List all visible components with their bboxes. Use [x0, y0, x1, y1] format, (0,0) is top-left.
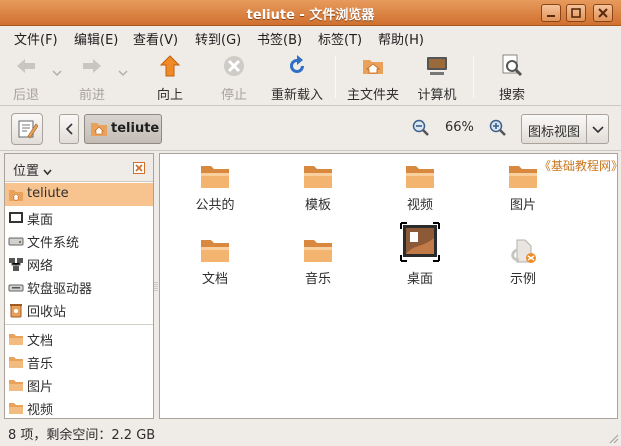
folder-icon [509, 166, 537, 188]
back-arrow-icon [17, 59, 35, 73]
path-scroll-left-button[interactable] [59, 114, 79, 144]
computer-button[interactable]: 计算机 [413, 52, 461, 103]
close-button[interactable] [593, 4, 613, 22]
sidebar-header[interactable]: 位置 [5, 154, 153, 182]
minimize-button[interactable] [541, 4, 561, 22]
sidebar-mode-label[interactable]: 位置 [13, 160, 52, 179]
file-item-examples[interactable]: 示例 [483, 232, 563, 292]
maximize-button[interactable] [566, 4, 586, 22]
folder-icon [304, 240, 332, 262]
sidebar-item-videos[interactable]: 视频 [5, 396, 153, 419]
sidebar-item-documents[interactable]: 文档 [5, 327, 153, 350]
home-folder-icon [91, 123, 107, 136]
maximize-icon [571, 8, 581, 18]
forward-history-chevron-icon[interactable] [118, 68, 128, 78]
up-button[interactable]: 向上 [148, 52, 192, 103]
menu-help[interactable]: 帮助(H) [378, 29, 424, 48]
sidebar-item-network[interactable]: 网络 [5, 252, 153, 275]
pane-resize-handle[interactable] [154, 280, 158, 294]
trash-icon [10, 304, 22, 318]
chevron-down-icon [592, 126, 604, 134]
view-mode-select[interactable]: 图标视图 [521, 114, 609, 144]
computer-icon [427, 57, 447, 75]
file-item-public[interactable]: 公共的 [175, 158, 255, 218]
home-folder-icon [9, 190, 23, 201]
zoom-level[interactable]: 66% [445, 120, 474, 135]
status-bar: 8 项，剩余空间：2.2 GB [0, 420, 621, 446]
stop-button[interactable]: 停止 [212, 52, 256, 103]
floppy-drive-icon [8, 284, 24, 292]
folder-icon [9, 380, 23, 391]
sidebar-separator [5, 324, 153, 325]
zoom-in-icon[interactable] [489, 119, 507, 137]
toolbar-separator [335, 56, 336, 98]
toolbar: 后退 前进 向上 停止 重新载入 主文件夹 计算机 搜索 [0, 48, 621, 106]
minimize-icon [547, 15, 555, 17]
location-bar: teliute 66% 图标视图 [0, 107, 621, 151]
menu-go[interactable]: 转到(G) [195, 29, 241, 48]
file-item-templates[interactable]: 模板 [278, 158, 358, 218]
menu-edit[interactable]: 编辑(E) [74, 29, 118, 48]
menu-bar: 文件(F) 编辑(E) 查看(V) 转到(G) 书签(B) 标签(T) 帮助(H… [0, 26, 621, 48]
file-item-documents[interactable]: 文档 [175, 232, 255, 292]
menu-tabs[interactable]: 标签(T) [318, 29, 362, 48]
toolbar-separator [473, 56, 474, 98]
folder-icon [9, 403, 23, 414]
home-button[interactable]: 主文件夹 [342, 52, 404, 103]
close-icon [598, 8, 608, 18]
menu-view[interactable]: 查看(V) [133, 29, 178, 48]
path-crumb-teliute[interactable]: teliute [84, 114, 162, 144]
sidebar-close-icon[interactable] [133, 162, 145, 174]
forward-button[interactable]: 前进 [70, 52, 114, 103]
network-icon [9, 258, 23, 271]
stop-icon [224, 56, 244, 76]
file-item-music[interactable]: 音乐 [278, 232, 358, 292]
title-bar[interactable]: teliute - 文件浏览器 [0, 0, 621, 26]
sidebar-item-trash[interactable]: 回收站 [5, 298, 153, 321]
up-arrow-icon [159, 55, 181, 77]
toggle-location-entry-button[interactable] [11, 113, 43, 145]
edit-path-icon [18, 120, 38, 139]
desktop-icon [400, 222, 440, 262]
status-text: 8 项，剩余空间：2.2 GB [8, 428, 156, 443]
back-button[interactable]: 后退 [4, 52, 48, 103]
home-folder-icon [363, 60, 383, 74]
folder-icon [304, 166, 332, 188]
file-item-videos[interactable]: 视频 [380, 158, 460, 218]
harddisk-icon [8, 237, 24, 246]
window-title: teliute - 文件浏览器 [246, 8, 375, 23]
folder-icon [9, 357, 23, 368]
back-history-chevron-icon[interactable] [52, 68, 62, 78]
forward-arrow-icon [83, 59, 101, 73]
sidebar: 位置 teliute 桌面 文件系统 网络 软盘驱动器 回收站 文档 音乐 图片 [4, 153, 154, 419]
sidebar-item-filesystem[interactable]: 文件系统 [5, 229, 153, 252]
sidebar-item-floppy[interactable]: 软盘驱动器 [5, 275, 153, 298]
folder-icon [9, 334, 23, 345]
file-item-pictures[interactable]: 图片 [483, 158, 563, 218]
reload-icon [290, 55, 304, 73]
file-view[interactable]: 《基础教程网》 公共的 模板 视频 图片 文档 音乐 桌面 示例 [159, 153, 621, 419]
folder-icon [406, 166, 434, 188]
folder-icon [201, 166, 229, 188]
search-button[interactable]: 搜索 [490, 52, 534, 103]
chevron-down-icon [43, 168, 52, 175]
chevron-left-icon [65, 123, 73, 135]
reload-button[interactable]: 重新载入 [266, 52, 328, 103]
zoom-out-icon[interactable] [412, 119, 430, 137]
sidebar-item-music[interactable]: 音乐 [5, 350, 153, 373]
resize-grip-icon[interactable] [607, 432, 619, 444]
menu-bookmarks[interactable]: 书签(B) [257, 29, 302, 48]
folder-icon [201, 240, 229, 262]
file-item-desktop[interactable]: 桌面 [380, 220, 460, 287]
sidebar-item-pictures[interactable]: 图片 [5, 373, 153, 396]
search-icon [502, 54, 523, 77]
desktop-icon [9, 212, 23, 223]
sidebar-item-teliute[interactable]: teliute [5, 183, 153, 206]
sidebar-item-desktop[interactable]: 桌面 [5, 206, 153, 229]
menu-file[interactable]: 文件(F) [14, 29, 58, 48]
symlink-icon [511, 239, 536, 263]
